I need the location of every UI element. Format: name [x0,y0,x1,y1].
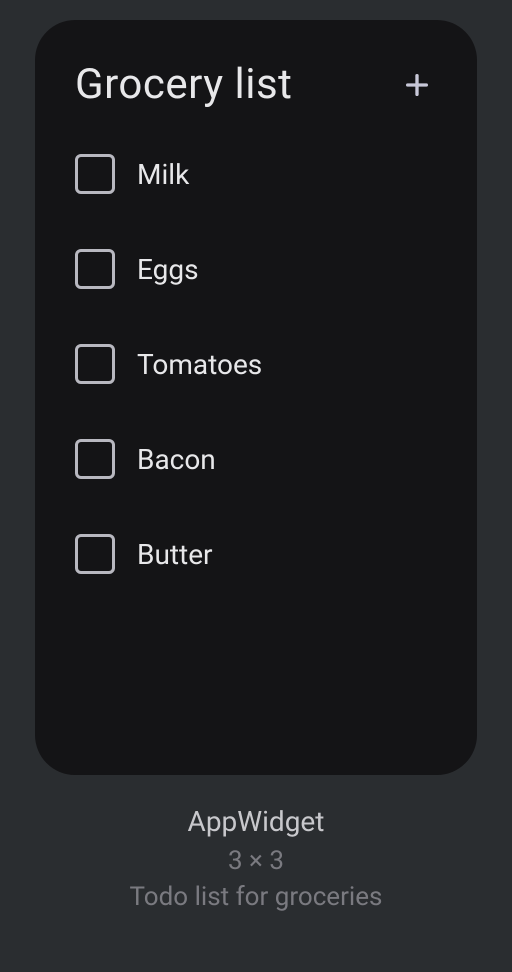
checkbox[interactable] [75,344,115,384]
todo-label: Butter [137,538,213,571]
add-button[interactable] [397,65,437,105]
todo-label: Bacon [137,443,216,476]
widget-description-label: Todo list for groceries [35,882,477,912]
todo-label: Eggs [137,253,199,286]
widget-name-label: AppWidget [35,805,477,838]
todo-item[interactable]: Butter [75,534,437,574]
widget-info: AppWidget 3 × 3 Todo list for groceries [35,805,477,912]
widget-title: Grocery list [75,60,292,109]
todo-item[interactable]: Tomatoes [75,344,437,384]
plus-icon [401,69,433,101]
todo-label: Milk [137,158,189,191]
widget-size-label: 3 × 3 [35,846,477,876]
todo-item[interactable]: Bacon [75,439,437,479]
checkbox[interactable] [75,439,115,479]
widget-card: Grocery list Milk Eggs Tomatoes [35,20,477,775]
checkbox[interactable] [75,534,115,574]
widget-container: Grocery list Milk Eggs Tomatoes [0,0,512,912]
checkbox[interactable] [75,249,115,289]
todo-item[interactable]: Eggs [75,249,437,289]
todo-list: Milk Eggs Tomatoes Bacon Butter [75,154,437,574]
todo-label: Tomatoes [137,348,262,381]
todo-item[interactable]: Milk [75,154,437,194]
checkbox[interactable] [75,154,115,194]
widget-header: Grocery list [75,60,437,109]
